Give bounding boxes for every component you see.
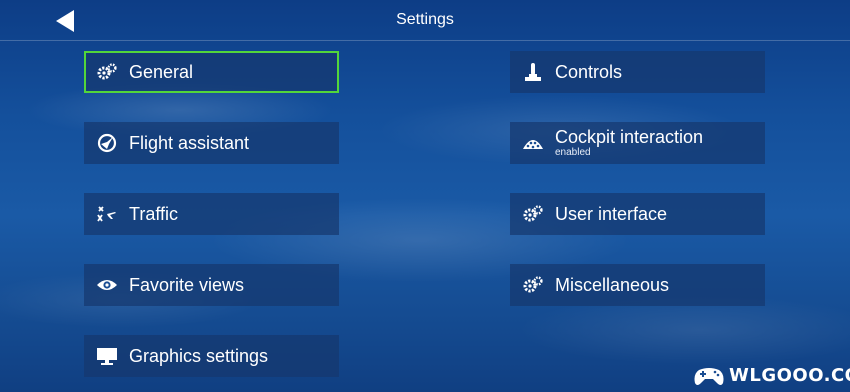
gear-icon [521, 204, 545, 224]
watermark-text: WLGOOO.COM [729, 364, 850, 386]
menu-item-cockpit-interaction[interactable]: Cockpit interaction enabled [510, 122, 765, 164]
menu-item-label: Graphics settings [129, 345, 269, 366]
menu-item-traffic[interactable]: Traffic [84, 193, 339, 235]
header-bar: Settings [0, 0, 850, 41]
menu-item-label: Traffic [129, 203, 179, 224]
monitor-icon [95, 346, 119, 366]
menu-item-label: Cockpit interaction [555, 126, 704, 147]
flight-assist-icon [95, 133, 119, 153]
menu-item-favorite-views[interactable]: Favorite views [84, 264, 339, 306]
menu-item-label: Controls [555, 61, 623, 82]
menu-item-label: Miscellaneous [555, 274, 670, 295]
menu-item-label: Favorite views [129, 274, 245, 295]
eye-icon [95, 275, 119, 295]
menu-item-miscellaneous[interactable]: Miscellaneous [510, 264, 765, 306]
joystick-icon [521, 62, 545, 82]
menu-item-label: Flight assistant [129, 132, 250, 153]
page-title: Settings [396, 11, 454, 28]
watermark: WLGOOO.COM [692, 360, 850, 390]
menu-item-user-interface[interactable]: User interface [510, 193, 765, 235]
menu-item-graphics-settings[interactable]: Graphics settings [84, 335, 339, 377]
gear-icon [95, 62, 119, 82]
menu-item-status: enabled [555, 146, 591, 158]
menu-item-label: User interface [555, 203, 668, 224]
cockpit-icon [521, 133, 545, 153]
menu-item-label: General [129, 61, 194, 82]
traffic-planes-icon [95, 204, 119, 224]
gamepad-icon [694, 368, 724, 385]
menu-item-controls[interactable]: Controls [510, 51, 765, 93]
menu-item-flight-assistant[interactable]: Flight assistant [84, 122, 339, 164]
menu-item-general[interactable]: General [84, 51, 339, 93]
gear-icon [521, 275, 545, 295]
